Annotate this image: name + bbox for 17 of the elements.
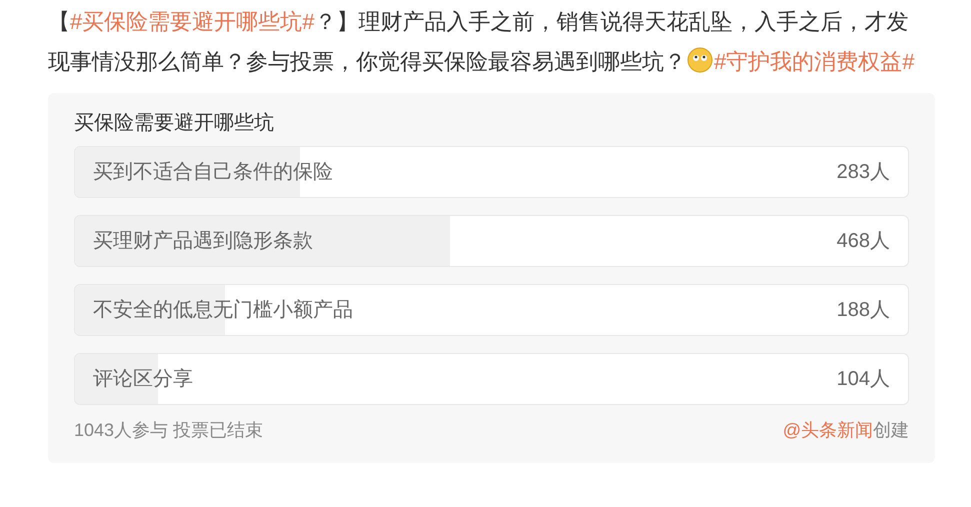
option-label: 买到不适合自己条件的保险 xyxy=(93,160,333,185)
poll-option[interactable]: 不安全的低息无门槛小额产品 188人 xyxy=(74,284,909,336)
creator-suffix: 创建 xyxy=(873,419,909,442)
option-label: 不安全的低息无门槛小额产品 xyxy=(93,298,353,323)
vote-count: 104人 xyxy=(836,367,890,392)
poll-option[interactable]: 买到不适合自己条件的保险 283人 xyxy=(74,146,909,198)
post-text: 【#买保险需要避开哪些坑#？】理财产品入手之前，销售说得天花乱坠，入手之后，才发现事情没那么简单？参与投票，你觉得买保险最容易遇到哪些坑？ #守护我的消费权益# xyxy=(48,8,916,76)
option-label: 评论区分享 xyxy=(93,367,193,392)
poll-option[interactable]: 评论区分享 104人 xyxy=(74,353,909,405)
poll-option[interactable]: 买理财产品遇到隐形条款 468人 xyxy=(74,215,909,267)
emoji-icon xyxy=(687,47,713,73)
option-label: 买理财产品遇到隐形条款 xyxy=(93,229,313,254)
vote-count: 468人 xyxy=(836,229,890,254)
poll-title: 买保险需要避开哪些坑 xyxy=(74,111,275,136)
vote-count: 283人 xyxy=(836,160,890,185)
vote-count: 188人 xyxy=(836,298,890,323)
poll-summary: 1043人参与 投票已结束 xyxy=(74,419,264,442)
